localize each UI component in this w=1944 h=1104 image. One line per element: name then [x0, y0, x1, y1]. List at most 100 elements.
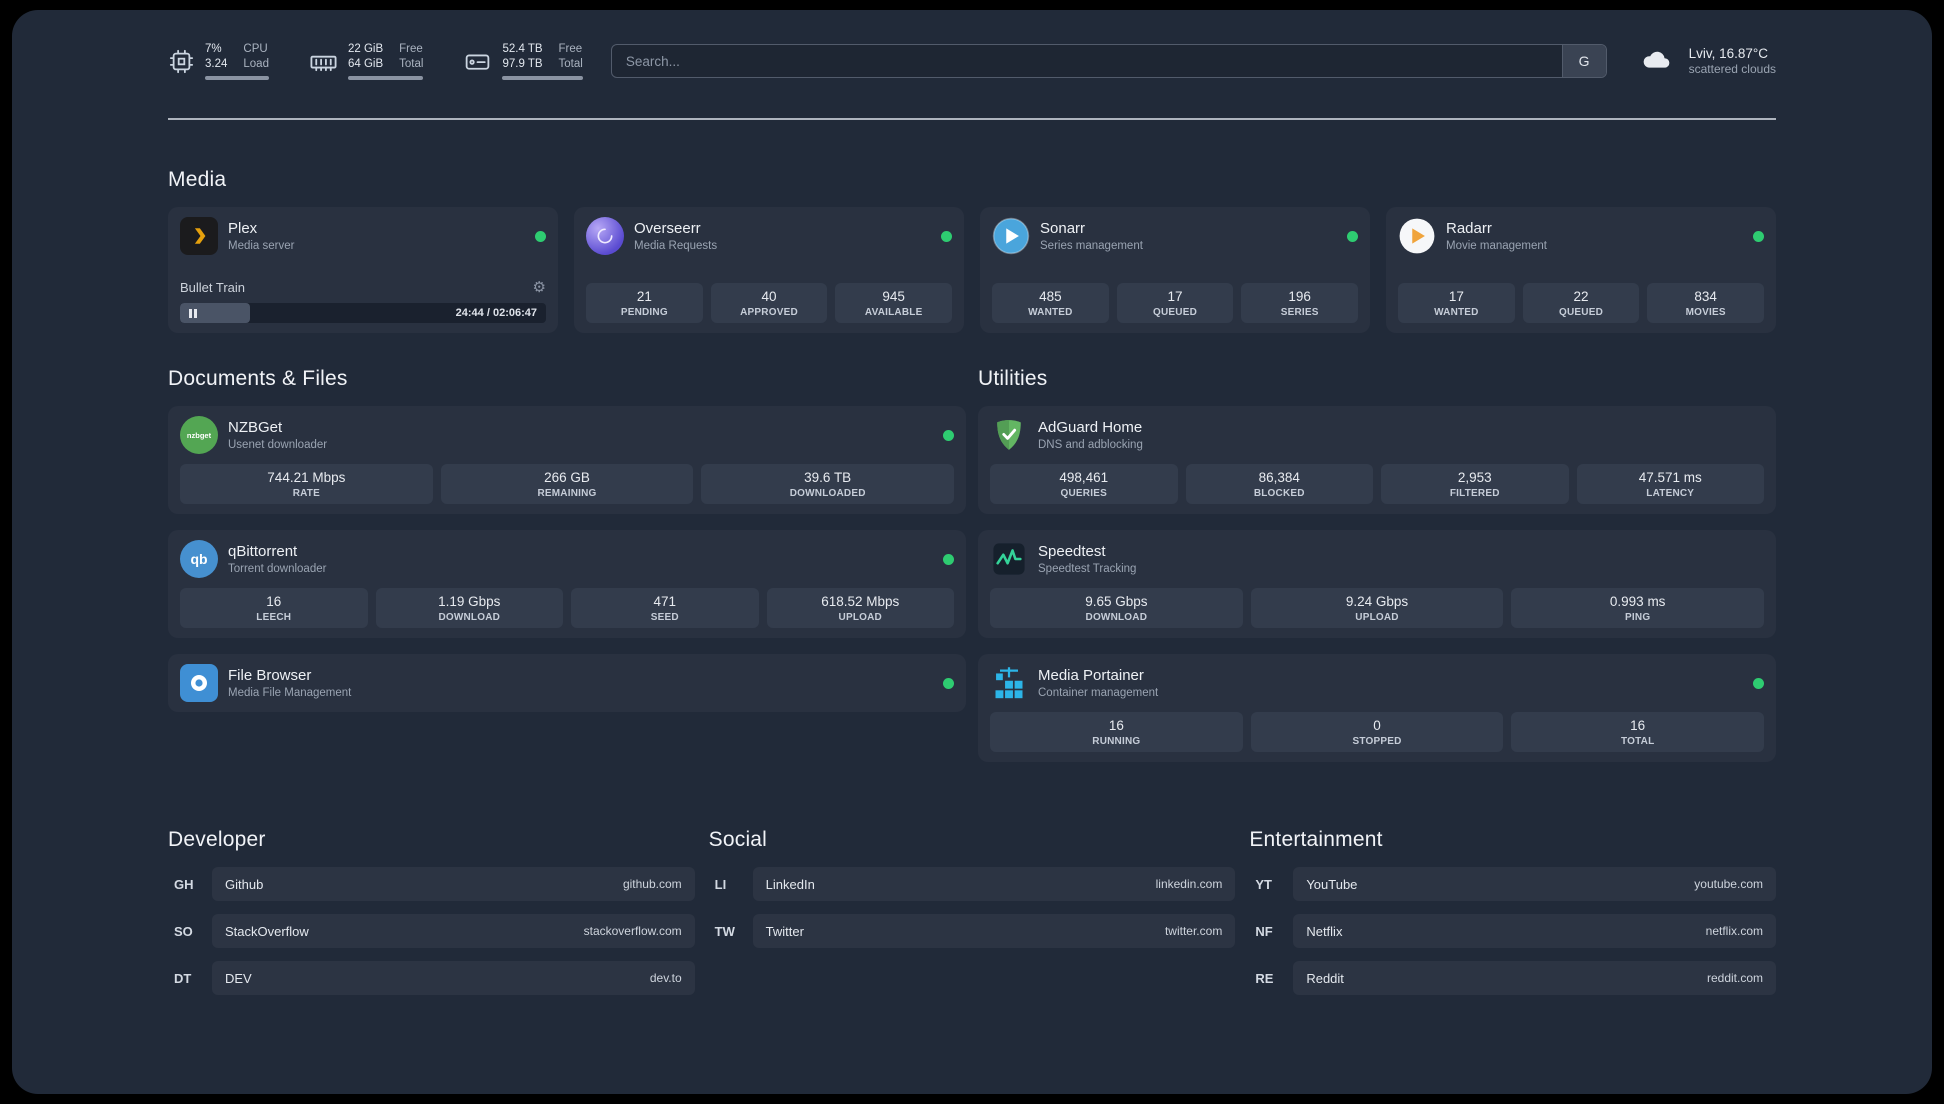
cpu-load-value: 3.24 [205, 58, 228, 70]
stat-rate: 744.21 Mbps RATE [180, 464, 433, 504]
bookmark-dev[interactable]: DEV dev.to [212, 961, 695, 995]
status-indicator [943, 677, 954, 689]
bookmark-youtube[interactable]: YouTube youtube.com [1293, 867, 1776, 901]
service-desc: Usenet downloader [228, 439, 328, 451]
service-card-radarr[interactable]: Radarr Movie management 17 WANTED 22 QUE… [1386, 207, 1776, 333]
gear-icon[interactable]: ⚙ [533, 278, 546, 296]
bookmark-linkedin[interactable]: LinkedIn linkedin.com [752, 867, 1236, 901]
stat-series: 196 SERIES [1241, 283, 1359, 323]
disk-free-value: 52.4 TB [502, 43, 543, 55]
section-media: Media Plex Media server Bullet Train ⚙ 2… [168, 168, 1776, 333]
bookmark-github[interactable]: Github github.com [212, 867, 695, 901]
bookmark-abbr: YT [1255, 876, 1272, 892]
resource-widgets: 7% CPU 3.24 Load 22 GiB Free 64 GiB Tota… [168, 42, 583, 80]
stat-movies: 834 MOVIES [1647, 283, 1765, 323]
stat-stopped: 0 STOPPED [1250, 712, 1504, 752]
bookmark-row: DT DEV dev.to [168, 961, 695, 995]
stat-download: 9.65 Gbps DOWNLOAD [990, 588, 1243, 628]
nzbget-icon: nzbget [180, 416, 218, 454]
cpu-label: CPU [243, 43, 268, 55]
cpu-widget: 7% CPU 3.24 Load [168, 42, 269, 80]
service-desc: Container management [1038, 687, 1159, 699]
weather-widget: Lviv, 16.87°C scattered clouds [1635, 43, 1776, 80]
service-card-sonarr[interactable]: Sonarr Series management 485 WANTED 17 Q… [980, 207, 1370, 333]
service-name: Sonarr [1040, 220, 1086, 237]
bookmark-abbr: SO [174, 923, 193, 939]
disk-usage-bar [502, 76, 583, 80]
service-desc: Media File Management [228, 687, 352, 699]
bookmark-abbr: LI [714, 876, 727, 892]
disk-widget: 52.4 TB Free 97.9 TB Total [463, 42, 583, 80]
topbar-divider [168, 118, 1776, 120]
service-name: Radarr [1446, 220, 1492, 237]
service-card-filebrowser[interactable]: File Browser Media File Management [168, 654, 966, 712]
service-name: AdGuard Home [1038, 419, 1143, 436]
stat-leech: 16 LEECH [180, 588, 368, 628]
memory-widget: 22 GiB Free 64 GiB Total [309, 42, 424, 80]
cpu-load-label: Load [243, 58, 269, 70]
service-card-adguard[interactable]: AdGuard Home DNS and adblocking 498,461 … [978, 406, 1776, 514]
cloud-icon [1635, 43, 1677, 80]
memory-total-value: 64 GiB [347, 58, 384, 70]
cpu-usage-bar [205, 76, 269, 80]
overseerr-icon [586, 217, 624, 255]
search-provider-button[interactable]: G [1561, 45, 1606, 77]
stat-download: 1.19 Gbps DOWNLOAD [375, 588, 563, 628]
stat-blocked: 86,384 BLOCKED [1185, 464, 1373, 504]
bookmark-row: YT YouTube youtube.com [1249, 867, 1776, 901]
bookmark-stackoverflow[interactable]: StackOverflow stackoverflow.com [212, 914, 695, 948]
bookmark-row: NF Netflix netflix.com [1249, 914, 1776, 948]
service-name: qBittorrent [228, 543, 298, 560]
bookmark-abbr: DT [174, 970, 192, 986]
section-entertainment: Entertainment YT YouTube youtube.com NF … [1249, 828, 1776, 1008]
bookmark-abbr: TW [714, 923, 735, 939]
stat-ping: 0.993 ms PING [1511, 588, 1765, 628]
playback-progress-bar[interactable]: 24:44 / 02:06:47 [180, 303, 546, 323]
status-indicator [535, 230, 546, 242]
stat-total: 16 TOTAL [1511, 712, 1765, 752]
bookmark-abbr: GH [174, 876, 194, 892]
service-card-speedtest[interactable]: Speedtest Speedtest Tracking 9.65 Gbps D… [978, 530, 1776, 638]
stat-seed: 471 SEED [571, 588, 759, 628]
disk-free-label: Free [558, 43, 583, 55]
playback-time: 24:44 / 02:06:47 [455, 307, 537, 319]
section-title-entertainment: Entertainment [1249, 828, 1383, 851]
bookmark-row: GH Github github.com [168, 867, 695, 901]
bookmark-abbr: NF [1255, 923, 1273, 939]
service-card-portainer[interactable]: Media Portainer Container management 16 … [978, 654, 1776, 762]
bookmark-row: LI LinkedIn linkedin.com [709, 867, 1236, 901]
service-card-plex[interactable]: Plex Media server Bullet Train ⚙ 24:44 /… [168, 207, 558, 333]
stat-wanted: 17 WANTED [1398, 283, 1515, 323]
search-input[interactable] [611, 45, 1562, 77]
service-desc: Media server [228, 240, 295, 252]
status-indicator [1753, 230, 1764, 242]
status-indicator [1347, 230, 1358, 242]
service-card-nzbget[interactable]: nzbget NZBGet Usenet downloader 744.21 M… [168, 406, 966, 514]
bookmark-netflix[interactable]: Netflix netflix.com [1293, 914, 1776, 948]
stat-latency: 47.571 ms LATENCY [1576, 464, 1764, 504]
service-desc: Torrent downloader [228, 563, 327, 575]
search-bar[interactable]: G [610, 44, 1607, 78]
section-title-utilities: Utilities [978, 367, 1048, 390]
disk-total-label: Total [558, 58, 583, 70]
pause-icon[interactable] [189, 308, 197, 318]
service-desc: Series management [1040, 240, 1143, 252]
status-indicator [943, 553, 954, 565]
bookmark-reddit[interactable]: Reddit reddit.com [1293, 961, 1776, 995]
bookmark-twitter[interactable]: Twitter twitter.com [752, 914, 1236, 948]
status-indicator [941, 230, 952, 242]
stat-downloaded: 39.6 TB DOWNLOADED [701, 464, 955, 504]
stat-queries: 498,461 QUERIES [990, 464, 1178, 504]
disk-total-value: 97.9 TB [502, 58, 543, 70]
service-card-overseerr[interactable]: Overseerr Media Requests 21 PENDING 40 A… [574, 207, 964, 333]
playback-progress-fill [180, 303, 250, 323]
cpu-usage-value: 7% [205, 43, 222, 55]
plex-now-playing: Bullet Train ⚙ 24:44 / 02:06:47 [180, 278, 546, 323]
service-card-qbittorrent[interactable]: qb qBittorrent Torrent downloader 16 LEE… [168, 530, 966, 638]
service-name: Media Portainer [1038, 667, 1144, 684]
stat-wanted: 485 WANTED [992, 283, 1109, 323]
plex-icon [180, 217, 218, 255]
dashboard-window: 7% CPU 3.24 Load 22 GiB Free 64 GiB Tota… [12, 10, 1932, 1094]
service-desc: Speedtest Tracking [1038, 563, 1137, 575]
section-documents: Documents & Files nzbget NZBGet Usenet d… [168, 367, 966, 762]
